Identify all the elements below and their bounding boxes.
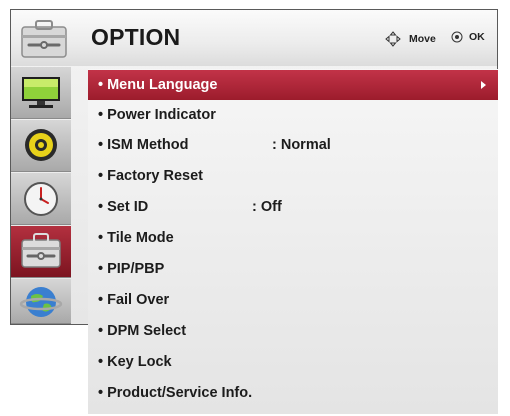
move-arrows-icon [385, 31, 401, 47]
menu-item-key-lock[interactable]: • Key Lock [88, 347, 498, 377]
menu-item-dpm-select[interactable]: • DPM Select [88, 316, 498, 346]
chevron-right-icon [481, 81, 486, 89]
menu-item-product-service-info[interactable]: • Product/Service Info. [88, 378, 498, 408]
ok-label: OK [469, 31, 485, 43]
menu-item-label: • DPM Select [98, 323, 187, 339]
menu-item-set-id[interactable]: • Set ID : Off [88, 192, 498, 222]
category-sidebar [11, 67, 71, 324]
menu-item-power-indicator[interactable]: • Power Indicator [88, 100, 498, 130]
menu-item-label: • Product/Service Info. [98, 385, 253, 401]
menu-item-label: • Tile Mode [98, 230, 174, 246]
menu-item-value: : Normal [272, 137, 331, 153]
menu-item-label: • Menu Language [98, 77, 218, 93]
menu-item-label: • PIP/PBP [98, 261, 165, 277]
sidebar-item-network[interactable] [11, 279, 71, 324]
menu-item-label: • Power Indicator [98, 107, 216, 123]
menu-item-label: • Fail Over [98, 292, 170, 308]
menu-item-label: • Set ID [98, 199, 149, 215]
menu-item-value: : Off [252, 199, 282, 215]
speaker-icon [25, 129, 57, 161]
sidebar-item-audio[interactable] [11, 120, 71, 172]
toolbox-icon [21, 233, 61, 268]
sidebar-item-time[interactable] [11, 173, 71, 225]
menu-item-menu-language[interactable]: • Menu Language [88, 70, 498, 100]
menu-item-pip-pbp[interactable]: • PIP/PBP [88, 254, 498, 284]
option-menu-list: • Menu Language • Power Indicator • ISM … [88, 69, 498, 414]
menu-item-factory-reset[interactable]: • Factory Reset [88, 161, 498, 191]
sidebar-item-option[interactable] [11, 226, 71, 278]
sidebar-item-picture[interactable] [11, 67, 71, 119]
move-label: Move [409, 33, 436, 45]
menu-item-label: • Key Lock [98, 354, 172, 370]
monitor-icon [22, 77, 60, 108]
menu-item-ism-method[interactable]: • ISM Method : Normal [88, 130, 498, 160]
page-title: OPTION [91, 24, 181, 50]
globe-icon [19, 287, 63, 317]
move-hint: Move [385, 31, 436, 47]
menu-item-label: • ISM Method [98, 137, 189, 153]
menu-item-tile-mode[interactable]: • Tile Mode [88, 223, 498, 253]
ok-button-icon [451, 31, 463, 43]
ok-hint: OK [451, 31, 485, 43]
menu-item-label: • Factory Reset [98, 168, 204, 184]
toolbox-icon [21, 20, 67, 58]
clock-icon [24, 182, 58, 216]
menu-item-fail-over[interactable]: • Fail Over [88, 285, 498, 315]
menu-header: OPTION Move OK [11, 10, 497, 66]
